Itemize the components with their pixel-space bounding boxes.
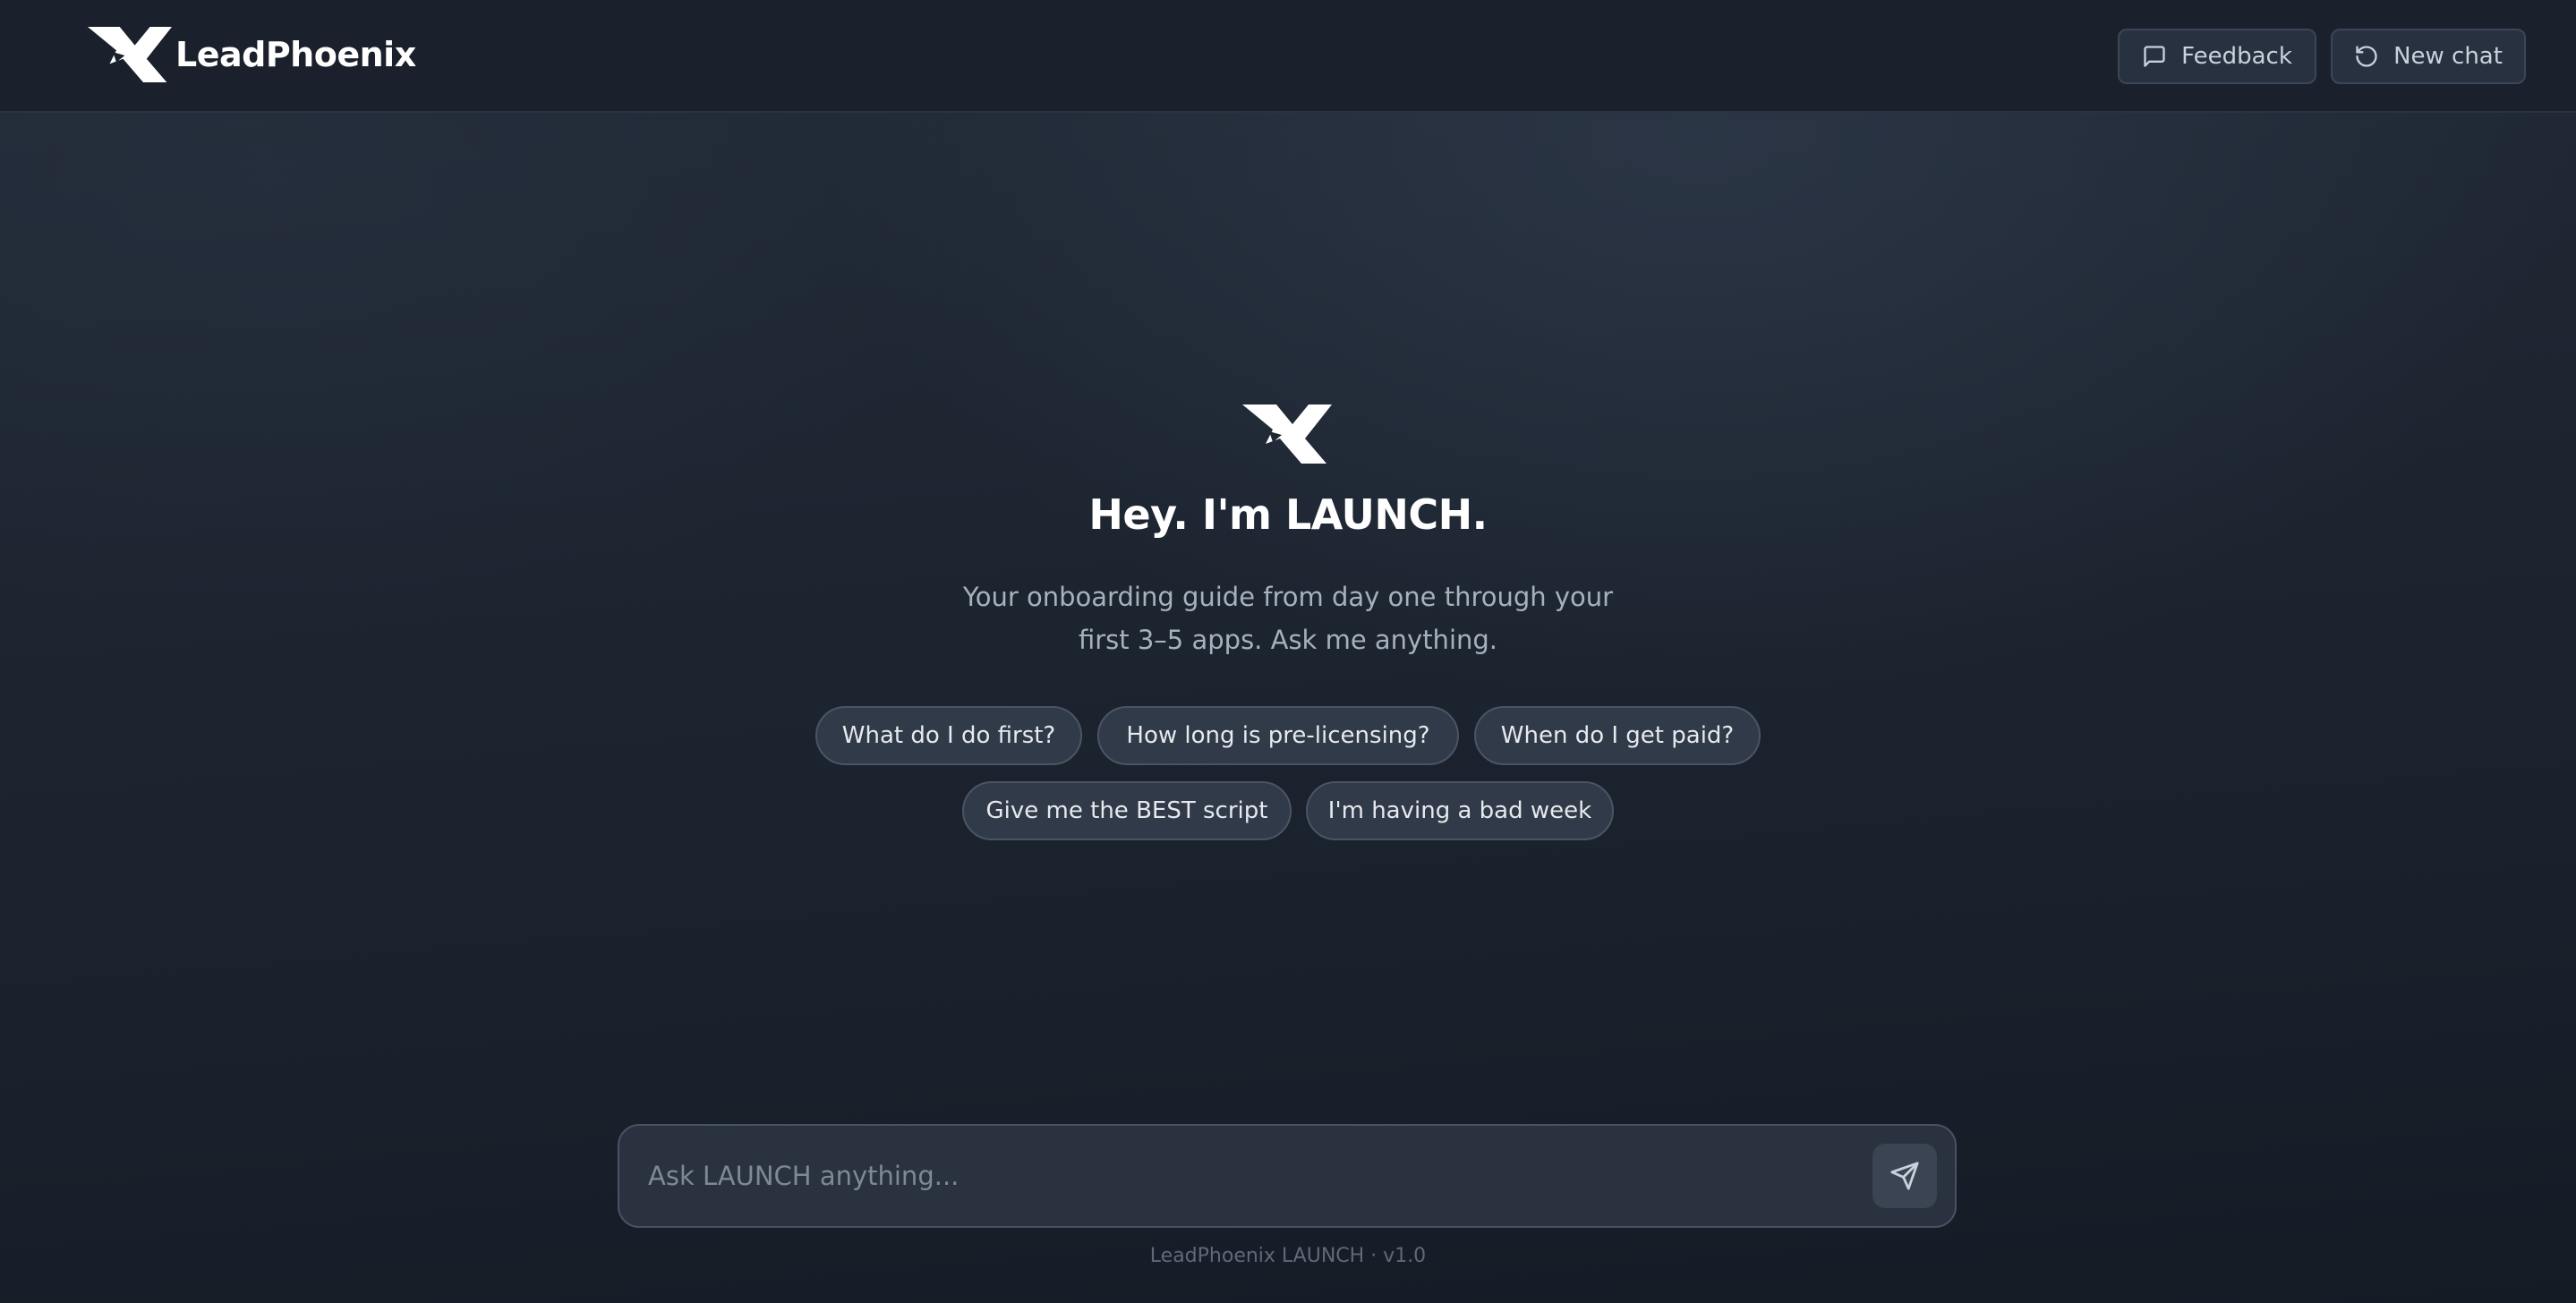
top-bar: LeadPhoenix Feedback New chat [0, 0, 2576, 113]
chat-input[interactable] [648, 1126, 1838, 1226]
hero-subtitle-line-1: Your onboarding guide from day one throu… [962, 582, 1614, 612]
chat-composer [618, 1124, 1957, 1228]
message-square-icon [2144, 46, 2165, 67]
rotate-ccw-icon [2356, 46, 2377, 67]
suggestion-chip-when-do-i-get-paid[interactable]: When do I get paid? [1474, 706, 1761, 765]
suggestion-chip-pre-licensing[interactable]: How long is pre-licensing? [1097, 706, 1459, 765]
suggestion-chip-best-script[interactable]: Give me the BEST script [962, 781, 1292, 840]
send-icon [1890, 1162, 1919, 1190]
version-label: LeadPhoenix LAUNCH · v1.0 [1149, 1245, 1427, 1267]
hero-subtitle-line-2: first 3–5 apps. Ask me anything. [1078, 625, 1498, 655]
brand-name: LeadPhoenix [175, 35, 416, 74]
suggestion-chip-what-do-i-do-first[interactable]: What do I do first? [815, 706, 1082, 765]
suggestion-chip-bad-week[interactable]: I'm having a bad week [1306, 781, 1614, 840]
launch-logo-icon [1242, 405, 1332, 464]
feedback-label: Feedback [2181, 43, 2292, 70]
hero-title: Hey. I'm LAUNCH. [1088, 490, 1488, 539]
new-chat-label: New chat [2393, 43, 2503, 70]
feedback-button[interactable]: Feedback [2118, 29, 2316, 84]
send-button[interactable] [1872, 1144, 1937, 1208]
hero-subtitle: Your onboarding guide from day one throu… [930, 575, 1646, 661]
leadphoenix-logo-icon [88, 27, 172, 82]
brand[interactable]: LeadPhoenix [88, 27, 416, 82]
new-chat-button[interactable]: New chat [2331, 29, 2526, 84]
